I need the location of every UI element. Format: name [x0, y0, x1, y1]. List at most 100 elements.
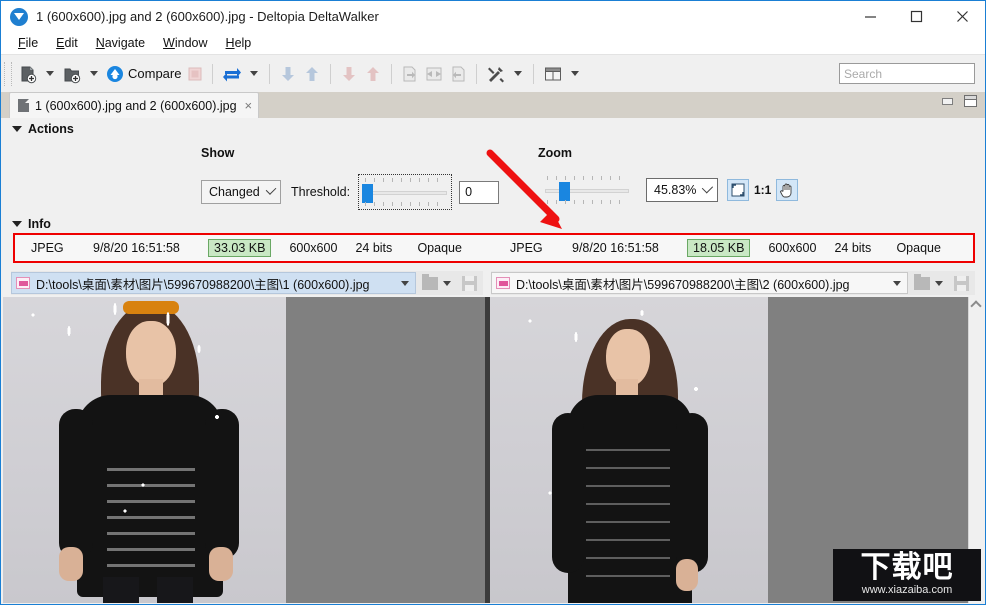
right-path-field[interactable]: D:\tools\桌面\素材\图片\599670988200\主图\2 (600…: [491, 272, 908, 294]
tab-close-icon[interactable]: ×: [245, 98, 253, 113]
compare-icon: [107, 65, 123, 82]
deltawalker-icon: [10, 7, 28, 26]
new-folder-comparison-dropdown-icon[interactable]: [90, 71, 98, 76]
copy-to-left-button[interactable]: [446, 60, 470, 88]
info-right: JPEG 9/8/20 16:51:58 18.05 KB 600x600 24…: [497, 235, 973, 261]
watermark-url: www.xiazaiba.com: [861, 583, 953, 596]
toolbar-separator-5: [476, 63, 478, 84]
collapse-triangle-icon[interactable]: [12, 126, 22, 132]
merge-button[interactable]: [422, 60, 446, 88]
swap-sides-dropdown-icon[interactable]: [250, 71, 259, 76]
right-folder-browse-icon[interactable]: [914, 273, 930, 290]
left-image[interactable]: [3, 297, 286, 603]
right-browse-dropdown-icon[interactable]: [935, 280, 943, 286]
right-save-icon[interactable]: [954, 275, 969, 291]
minimize-button[interactable]: [847, 1, 893, 32]
show-group-title: Show: [201, 146, 235, 160]
menu-window-rest: indow: [174, 36, 208, 50]
threshold-slider[interactable]: [358, 174, 453, 210]
menu-help[interactable]: Help: [217, 34, 261, 52]
menu-navigate-rest: avigate: [104, 36, 146, 50]
show-mode-select[interactable]: Changed: [201, 180, 281, 204]
left-image-viewer[interactable]: [3, 297, 485, 603]
next-change-button[interactable]: [337, 60, 361, 88]
new-file-comparison-icon: [21, 66, 37, 83]
chevron-down-icon: [702, 181, 714, 193]
new-file-comparison-button[interactable]: [15, 60, 41, 88]
next-change-icon: [343, 66, 356, 81]
search-input[interactable]: Search: [839, 63, 975, 84]
layout-dropdown-icon[interactable]: [571, 71, 580, 76]
previous-change-button[interactable]: [361, 60, 385, 88]
tab-label: 1 (600x600).jpg and 2 (600x600).jpg: [35, 98, 237, 113]
zoom-level-select[interactable]: 45.83%: [646, 178, 718, 202]
menu-bar: File Edit Navigate Window Help: [1, 32, 985, 54]
main-toolbar: Compare Search: [1, 54, 985, 92]
right-path-dropdown-icon[interactable]: [893, 280, 901, 286]
zoom-slider-thumb[interactable]: [559, 182, 571, 201]
pan-hand-button[interactable]: [776, 179, 799, 201]
zoom-ticks-top: [547, 176, 627, 180]
new-folder-comparison-button[interactable]: [59, 60, 85, 88]
menu-navigate[interactable]: Navigate: [87, 34, 154, 52]
tools-icon: [488, 66, 505, 82]
left-path-bar: D:\tools\桌面\素材\图片\599670988200\主图\1 (600…: [11, 271, 483, 295]
panel-maximize-icon[interactable]: [964, 95, 977, 107]
title-bar: 1 (600x600).jpg and 2 (600x600).jpg - De…: [1, 1, 985, 32]
copy-to-right-button[interactable]: [398, 60, 422, 88]
right-dimensions: 600x600: [768, 241, 817, 255]
menu-file-rest: ile: [25, 36, 39, 50]
left-folder-browse-icon[interactable]: [422, 273, 438, 290]
new-file-comparison-dropdown-icon[interactable]: [46, 71, 54, 76]
info-row-highlight: JPEG 9/8/20 16:51:58 33.03 KB 600x600 24…: [13, 233, 975, 263]
left-path-dropdown-icon[interactable]: [401, 280, 409, 286]
panel-minimize-icon[interactable]: [942, 97, 953, 105]
site-watermark: 下载吧 www.xiazaiba.com: [833, 549, 981, 601]
close-icon: [956, 11, 968, 22]
right-image[interactable]: [490, 297, 768, 603]
fit-to-window-icon: [731, 183, 745, 197]
threshold-slider-track: [363, 191, 448, 195]
image-file-icon: [496, 277, 510, 289]
right-photo-difference-specks: [490, 297, 768, 603]
zoom-slider-track: [545, 189, 629, 193]
application-window: 1 (600x600).jpg and 2 (600x600).jpg - De…: [0, 0, 986, 605]
layout-button[interactable]: [540, 60, 566, 88]
toolbar-separator-2: [269, 63, 271, 84]
stop-button[interactable]: [184, 60, 206, 88]
collapse-triangle-icon[interactable]: [12, 221, 22, 227]
right-depth: 24 bits: [834, 241, 872, 255]
threshold-ticks-bottom: [365, 202, 446, 206]
menu-window[interactable]: Window: [154, 34, 216, 52]
scroll-up-icon[interactable]: [970, 300, 982, 312]
maximize-button[interactable]: [893, 1, 939, 32]
menu-help-rest: elp: [234, 36, 252, 50]
compare-button[interactable]: Compare: [103, 60, 184, 88]
threshold-value-input[interactable]: 0: [459, 180, 500, 204]
zoom-level-value: 45.83%: [654, 183, 697, 197]
toolbar-grip[interactable]: [4, 61, 12, 86]
next-difference-button[interactable]: [276, 60, 300, 88]
actions-section-header[interactable]: Actions: [1, 118, 985, 136]
tools-dropdown-icon[interactable]: [514, 71, 523, 76]
pan-hand-icon: [780, 183, 792, 197]
left-browse-dropdown-icon[interactable]: [443, 280, 451, 286]
zoom-slider[interactable]: [541, 173, 633, 207]
left-path-field[interactable]: D:\tools\桌面\素材\图片\599670988200\主图\1 (600…: [11, 272, 416, 294]
toolbar-separator-4: [391, 63, 393, 84]
fit-to-window-button[interactable]: [727, 179, 749, 201]
right-transparency: Opaque: [896, 241, 941, 255]
tab-comparison[interactable]: 1 (600x600).jpg and 2 (600x600).jpg ×: [9, 92, 260, 118]
previous-difference-button[interactable]: [300, 60, 324, 88]
threshold-slider-thumb[interactable]: [361, 184, 373, 203]
chevron-down-icon: [265, 183, 277, 195]
show-mode-value: Changed: [209, 185, 260, 199]
swap-sides-button[interactable]: [219, 60, 245, 88]
info-section-header[interactable]: Info: [1, 213, 985, 231]
menu-edit[interactable]: Edit: [47, 34, 87, 52]
menu-file[interactable]: File: [9, 34, 47, 52]
zoom-controls-row: 45.83% 1:1: [541, 173, 799, 207]
tools-button[interactable]: [483, 60, 509, 88]
close-button[interactable]: [939, 1, 985, 32]
left-save-icon[interactable]: [462, 275, 477, 291]
